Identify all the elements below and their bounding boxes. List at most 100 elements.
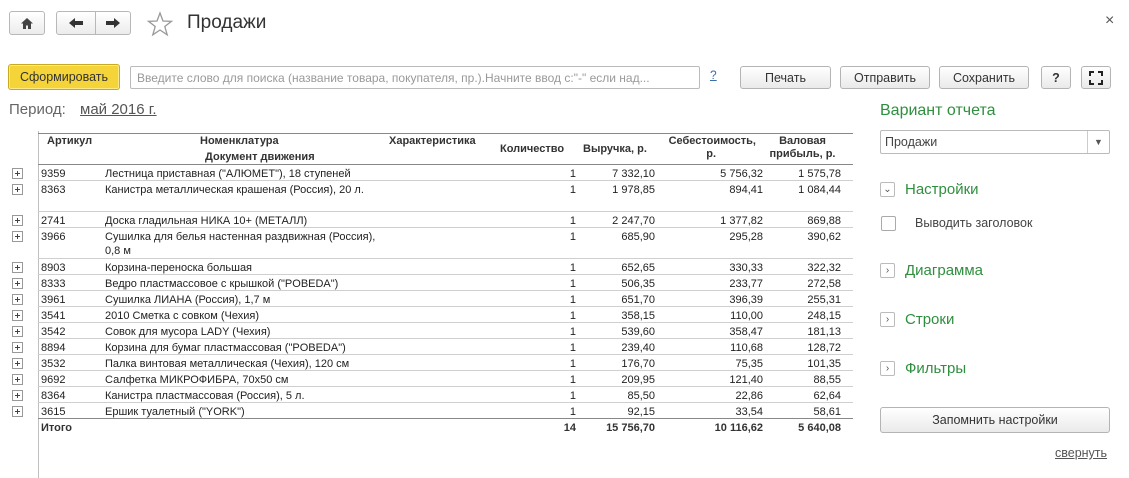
section-rows[interactable]: › Строки [880, 311, 954, 328]
cell-cost: 894,41 [729, 184, 763, 196]
cell-qty: 1 [569, 168, 576, 180]
cell-revenue: 1 978,85 [612, 184, 655, 196]
section-settings[interactable]: ⌄ Настройки [880, 181, 979, 198]
expand-plus-icon[interactable] [12, 326, 23, 337]
table-row[interactable]: 8364 Канистра пластмассовая (Россия), 5 л… [38, 387, 853, 403]
cell-gross: 88,55 [813, 374, 841, 386]
cell-revenue: 85,50 [627, 390, 655, 402]
cell-gross: 1 084,44 [798, 184, 841, 196]
cell-qty: 1 [569, 374, 576, 386]
back-button[interactable] [56, 11, 96, 35]
show-header-checkbox[interactable] [881, 216, 896, 231]
cell-qty: 1 [569, 262, 576, 274]
chevron-down-icon[interactable]: ▼ [1087, 131, 1109, 153]
print-button[interactable]: Печать [740, 66, 831, 89]
home-button[interactable] [9, 11, 45, 35]
col-quantity: Количество [500, 143, 565, 155]
cell-cost: 33,54 [735, 406, 763, 418]
star-icon[interactable] [146, 10, 174, 38]
collapse-link[interactable]: свернуть [1055, 446, 1107, 460]
col-revenue: Выручка, р. [583, 143, 647, 155]
expand-plus-icon[interactable] [12, 342, 23, 353]
search-help-link[interactable]: ? [710, 68, 717, 82]
expand-plus-icon[interactable] [12, 310, 23, 321]
help-button[interactable]: ? [1041, 66, 1071, 89]
cell-cost: 233,77 [729, 278, 763, 290]
col-gross: Валовая прибыль, р. [769, 135, 836, 160]
expand-plus-icon[interactable] [12, 374, 23, 385]
col-article: Артикул [47, 135, 93, 147]
cell-revenue: 539,60 [621, 326, 655, 338]
expand-plus-icon[interactable] [12, 231, 23, 242]
table-row[interactable]: 2741 Доска гладильная НИКА 10+ (МЕТАЛЛ) 1 2… [38, 212, 853, 228]
cell-qty: 1 [569, 342, 576, 354]
cell-revenue: 7 332,10 [612, 168, 655, 180]
expand-plus-icon[interactable] [12, 184, 23, 195]
table-row[interactable]: 3966 Сушилка для белья настенная раздвижн… [38, 228, 853, 259]
expand-plus-icon[interactable] [12, 390, 23, 401]
cell-gross: 101,35 [807, 358, 841, 370]
save-button[interactable]: Сохранить [939, 66, 1029, 89]
table-row[interactable]: 3532 Палка винтовая металлическая (Чехия)… [38, 355, 853, 371]
cell-name: Ведро пластмассовое с крышкой ("POBEDA") [105, 278, 339, 290]
remember-settings-button[interactable]: Запомнить настройки [880, 407, 1110, 433]
show-header-label: Выводить заголовок [915, 216, 1033, 230]
cell-cost: 330,33 [729, 262, 763, 274]
cell-qty: 1 [569, 310, 576, 322]
table-row[interactable]: 3961 Сушилка ЛИАНА (Россия), 1,7 м 1 651,70… [38, 291, 853, 307]
cell-name: 2010 Сметка с совком (Чехия) [105, 310, 259, 322]
expand-plus-icon[interactable] [12, 294, 23, 305]
expand-plus-icon[interactable] [12, 406, 23, 417]
search-input[interactable]: Введите слово для поиска (название товар… [130, 66, 700, 89]
col-nomenclature: Номенклатура [200, 135, 279, 147]
expand-plus-icon[interactable] [12, 215, 23, 226]
cell-cost: 358,47 [729, 326, 763, 338]
section-diagram[interactable]: › Диаграмма [880, 262, 983, 279]
table-row[interactable]: 3542 Совок для мусора LADY (Чехия) 1 539,60… [38, 323, 853, 339]
cell-article: 8903 [41, 262, 66, 274]
close-icon[interactable]: × [1105, 12, 1114, 30]
cell-name: Корзина-переноска большая [105, 262, 253, 274]
expand-plus-icon[interactable] [12, 168, 23, 179]
cell-gross: 390,62 [807, 231, 841, 243]
section-filters[interactable]: › Фильтры [880, 360, 966, 377]
cell-article: 8363 [41, 184, 66, 196]
cell-name: Корзина для бумаг пластмассовая ("POBEDA… [105, 342, 346, 354]
table-row[interactable]: 8363 Канистра металлическая крашеная (Рос… [38, 181, 853, 212]
table-row[interactable]: 9692 Салфетка МИКРОФИБРА, 70х50 см 1 209,95… [38, 371, 853, 387]
col-characteristic: Характеристика [389, 135, 476, 147]
table-row[interactable]: 8333 Ведро пластмассовое с крышкой ("POBE… [38, 275, 853, 291]
cell-qty: 1 [569, 326, 576, 338]
variant-select[interactable]: Продажи ▼ [880, 130, 1110, 154]
cell-article: 3615 [41, 406, 66, 418]
cell-revenue: 176,70 [621, 358, 655, 370]
cell-qty: 1 [569, 406, 576, 418]
col-document: Документ движения [205, 151, 315, 163]
cell-name: Канистра металлическая крашеная (Россия)… [105, 184, 364, 196]
expand-plus-icon[interactable] [12, 278, 23, 289]
forward-button[interactable] [95, 11, 131, 35]
generate-button[interactable]: Сформировать [8, 64, 120, 90]
table-row[interactable]: 8903 Корзина-переноска большая 1 652,65 330,… [38, 259, 853, 275]
cell-article: 3541 [41, 310, 66, 322]
table-row[interactable]: 3615 Ершик туалетный ("YORK") 1 92,15 33,54 5… [38, 403, 853, 419]
cell-revenue: 652,65 [621, 262, 655, 274]
table-row[interactable]: 8894 Корзина для бумаг пластмассовая ("PO… [38, 339, 853, 355]
cell-gross: 272,58 [807, 278, 841, 290]
cell-qty: 1 [569, 215, 576, 227]
cell-cost: 110,00 [730, 310, 763, 322]
cell-article: 8364 [41, 390, 66, 402]
expand-plus-icon[interactable] [12, 262, 23, 273]
period-value-link[interactable]: май 2016 г. [80, 101, 157, 118]
cell-revenue: 651,70 [621, 294, 655, 306]
cell-gross: 322,32 [807, 262, 841, 274]
expand-plus-icon[interactable] [12, 358, 23, 369]
cell-gross: 255,31 [807, 294, 841, 306]
fullscreen-button[interactable] [1081, 66, 1111, 89]
page-title: Продажи [187, 12, 267, 33]
table-row[interactable]: 3541 2010 Сметка с совком (Чехия) 1 358,15 1… [38, 307, 853, 323]
table-row[interactable]: 9359 Лестница приставная ("АЛЮМЕТ"), 18 с… [38, 165, 853, 181]
cell-article: 8333 [41, 278, 66, 290]
cell-article: 8894 [41, 342, 66, 354]
send-button[interactable]: Отправить [840, 66, 930, 89]
